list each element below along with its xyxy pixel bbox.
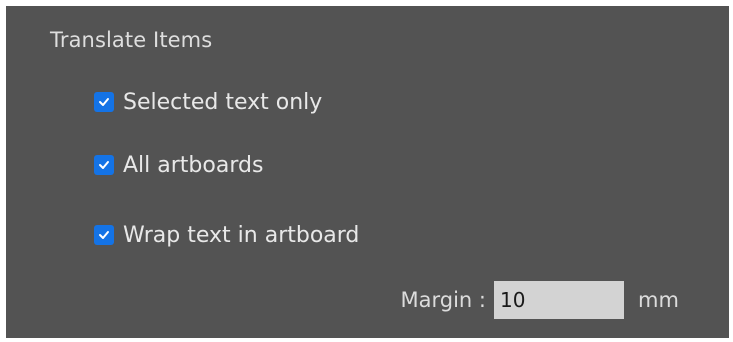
selected-text-only-option[interactable]: Selected text only [94, 88, 322, 116]
wrap-text-in-artboard-option[interactable]: Wrap text in artboard [94, 221, 359, 249]
checkmark-icon [99, 161, 109, 169]
margin-label: Margin : [400, 288, 486, 312]
all-artboards-option[interactable]: All artboards [94, 151, 263, 179]
margin-row: Margin : mm [366, 280, 679, 320]
selected-text-only-checkbox[interactable] [94, 92, 114, 112]
section-title: Translate Items [50, 28, 213, 52]
translate-items-panel: Translate Items Selected text only All a… [6, 6, 729, 338]
margin-input[interactable] [494, 281, 624, 319]
checkmark-icon [99, 98, 109, 106]
margin-unit: mm [638, 288, 679, 312]
selected-text-only-label: Selected text only [123, 89, 323, 115]
wrap-text-in-artboard-label: Wrap text in artboard [123, 222, 360, 248]
all-artboards-checkbox[interactable] [94, 155, 114, 175]
checkmark-icon [99, 231, 109, 239]
wrap-text-in-artboard-checkbox[interactable] [94, 225, 114, 245]
all-artboards-label: All artboards [123, 152, 264, 178]
